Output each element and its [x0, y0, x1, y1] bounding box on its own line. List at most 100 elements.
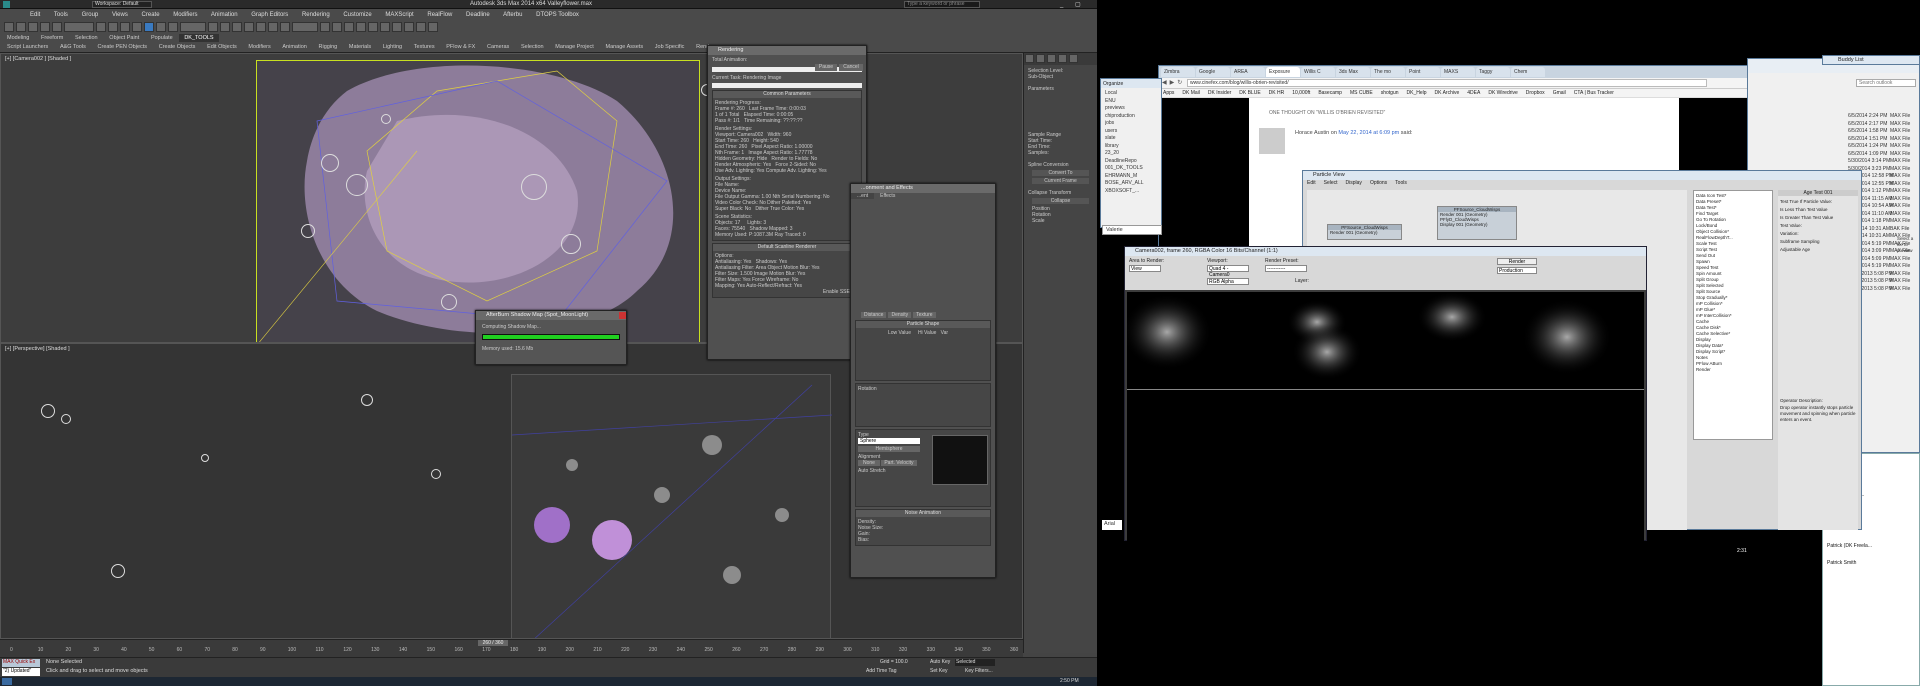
chrome-tab[interactable]: AREA [1231, 67, 1265, 77]
tab-rigging[interactable]: Rigging [314, 43, 343, 51]
scale-icon[interactable] [168, 22, 178, 32]
material-editor-icon[interactable] [392, 22, 402, 32]
valerie-label[interactable]: Valerie [1102, 225, 1162, 235]
folder-item[interactable]: BOSE_ARV_ALL [1105, 180, 1157, 188]
tab-object-paint[interactable]: Object Paint [104, 34, 144, 42]
env-title[interactable]: ...onment and Effects [851, 184, 995, 193]
menu-graph-editors[interactable]: Graph Editors [251, 12, 288, 18]
align-none-button[interactable]: None [858, 460, 880, 466]
tab-manage-assets[interactable]: Manage Assets [600, 43, 648, 51]
forward-icon[interactable]: ▶ [1170, 80, 1175, 86]
bookmark[interactable]: shotgun [1381, 90, 1399, 96]
bookmark[interactable]: CTA | Bus Tracker [1574, 90, 1614, 96]
bookmark[interactable]: DK Mail [1182, 90, 1200, 96]
particle-view-title[interactable]: Particle View [1303, 171, 1861, 180]
folder-item[interactable]: EHRMANN_M [1105, 173, 1157, 181]
tab-selection2[interactable]: Selection [516, 43, 549, 51]
file-row[interactable]: 6/5/2014 1:58 PM MAX File [1848, 128, 1919, 136]
area-dropdown[interactable]: View [1129, 265, 1161, 272]
angle-snap-icon[interactable] [256, 22, 266, 32]
tab-selection[interactable]: Selection [70, 34, 103, 42]
part-velocity-button[interactable]: Part. Velocity [881, 460, 917, 466]
common-params-title[interactable]: Common Parameters [713, 91, 861, 98]
depot-item[interactable]: Render [1696, 367, 1770, 373]
pause-button[interactable]: Pause [815, 64, 837, 71]
address-bar[interactable]: www.cinefex.com/blog/willis-obrien-revis… [1186, 79, 1707, 87]
menu-animation[interactable]: Animation [211, 12, 238, 18]
bookmark[interactable]: Gmail [1553, 90, 1566, 96]
start-icon[interactable] [2, 678, 12, 685]
search-input[interactable]: Type a keyword or phrase [904, 1, 980, 8]
max-logo-icon[interactable] [3, 1, 10, 8]
rendered-frame-window-icon[interactable] [416, 22, 426, 32]
pview-menu-select[interactable]: Select [1324, 180, 1338, 186]
menu-dtops[interactable]: DTOPS Toolbox [536, 12, 579, 18]
type-dropdown[interactable]: Sphere [858, 438, 920, 444]
pivot-icon[interactable] [208, 22, 218, 32]
chrome-tab[interactable]: Zimbra [1161, 67, 1195, 77]
tab-job-specific[interactable]: Job Specific [650, 43, 690, 51]
menu-deadline[interactable]: Deadline [466, 12, 490, 18]
render-production-icon[interactable] [428, 22, 438, 32]
graphite-toggle-icon[interactable] [356, 22, 366, 32]
tab-pflow-fx[interactable]: PFlow & FX [441, 43, 480, 51]
unlink-icon[interactable] [40, 22, 50, 32]
folder-item[interactable]: ENU [1105, 98, 1157, 106]
folder-item[interactable]: chiproduction [1105, 113, 1157, 121]
age-test-param[interactable]: Variation: [1780, 230, 1856, 238]
tab-materials[interactable]: Materials [344, 43, 376, 51]
menu-afterburn[interactable]: Afterbu [503, 12, 522, 18]
auto-key-button[interactable]: Auto Key [930, 659, 950, 665]
afterburn-title[interactable]: AfterBurn Shadow Map (Spot_MoonLight) [476, 311, 626, 320]
rotate-icon[interactable] [156, 22, 166, 32]
chrome-tab-active[interactable]: Exposure [1266, 67, 1300, 77]
folder-item[interactable]: Local [1105, 90, 1157, 98]
link-icon[interactable] [28, 22, 38, 32]
bookmark[interactable]: 10,000ft [1292, 90, 1310, 96]
hierarchy-tab-icon[interactable] [1047, 54, 1056, 63]
particle-shape-title[interactable]: Particle Shape [856, 321, 990, 328]
tab-script-launchers[interactable]: Script Launchers [2, 43, 53, 51]
folder-item[interactable]: jobs [1105, 120, 1157, 128]
rect-selection-icon[interactable] [120, 22, 130, 32]
tab-effects[interactable]: Effects [874, 193, 901, 199]
tab-textures[interactable]: Textures [409, 43, 440, 51]
chrome-tab[interactable]: MAXS [1441, 67, 1475, 77]
selection-filter-dropdown[interactable] [64, 22, 94, 32]
folder-item[interactable]: library [1105, 143, 1157, 151]
pview-menu-display[interactable]: Display [1346, 180, 1362, 186]
ref-coord-dropdown[interactable] [180, 22, 206, 32]
bookmark[interactable]: DK Archive [1435, 90, 1460, 96]
close-icon[interactable] [619, 312, 626, 319]
age-test-param[interactable]: Is Less Than Test Value [1780, 206, 1856, 214]
manipulate-icon[interactable] [220, 22, 230, 32]
tab-freeform[interactable]: Freeform [36, 34, 68, 42]
tab-ag-tools[interactable]: A&G Tools [55, 43, 91, 51]
pflow-node[interactable]: PFSource_CloudWisps Render 001 (Geometry… [1437, 206, 1517, 240]
file-row[interactable]: 6/5/2014 1:51 PM MAX File [1848, 136, 1919, 144]
redo-icon[interactable] [16, 22, 26, 32]
distance-button[interactable]: Distance [861, 312, 887, 318]
sub-object-label[interactable]: Sub-Object [1024, 74, 1097, 80]
menu-customize[interactable]: Customize [343, 12, 371, 18]
folder-item[interactable]: XBOXSOFT_... [1105, 188, 1157, 196]
viewport-camera-label[interactable]: [+] [Camera002 ] [Shaded ] [5, 56, 71, 62]
tab-modifiers[interactable]: Modifiers [243, 43, 275, 51]
tab-create-objects[interactable]: Create Objects [154, 43, 201, 51]
folder-item[interactable]: DeadlineRepo [1105, 158, 1157, 166]
keyboard-shortcut-icon[interactable] [232, 22, 242, 32]
menu-edit[interactable]: Edit [30, 12, 40, 18]
tab-manage-project[interactable]: Manage Project [550, 43, 599, 51]
selected-dropdown[interactable]: Selected [955, 659, 995, 666]
spinner-snap-icon[interactable] [280, 22, 290, 32]
timeline-ruler[interactable]: 0 10 20 30 40 50 60 70 80 90 100 110 120 130 140 150 160… [10, 647, 1018, 657]
script-line[interactable]: "2) Updated" [2, 668, 40, 676]
age-test-param[interactable]: Subframe Sampling [1780, 238, 1856, 246]
parameters-label[interactable]: Parameters [1024, 86, 1097, 92]
pview-menu-edit[interactable]: Edit [1307, 180, 1316, 186]
bookmark[interactable]: DK Insider [1208, 90, 1231, 96]
bookmark[interactable]: DK HR [1269, 90, 1285, 96]
set-key-button[interactable]: Set Key [930, 668, 948, 674]
menu-maxscript[interactable]: MAXScript [385, 12, 413, 18]
viewport-dropdown[interactable]: Quad 4 - Camera0 [1207, 265, 1249, 278]
